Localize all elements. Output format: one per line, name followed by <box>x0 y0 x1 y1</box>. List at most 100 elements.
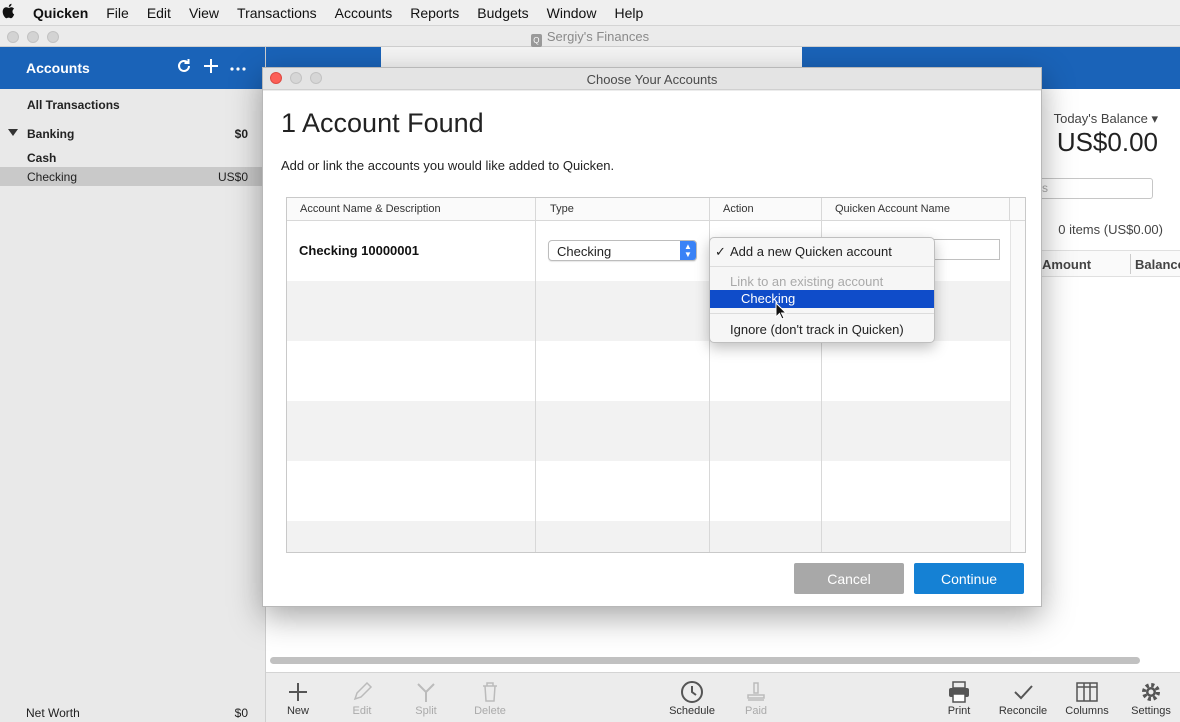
todays-balance-dropdown[interactable]: Today's Balance ▾ <box>1054 111 1158 127</box>
refresh-icon[interactable] <box>175 57 193 78</box>
chevron-updown-icon: ▲ ▼ <box>680 241 696 260</box>
sidebar-item-all-transactions[interactable]: All Transactions <box>0 95 265 114</box>
window-titlebar: Q Sergiy's Finances <box>0 26 1180 47</box>
reconcile-button-label: Reconcile <box>998 705 1048 717</box>
menu-quicken[interactable]: Quicken <box>24 0 97 26</box>
sidebar-item-label: All Transactions <box>27 97 120 112</box>
menu-reports[interactable]: Reports <box>401 0 468 26</box>
window-title-text: Sergiy's Finances <box>546 29 650 44</box>
columns-button[interactable]: Columns <box>1057 679 1117 717</box>
split-button-label: Split <box>415 705 437 717</box>
pencil-icon <box>332 679 392 705</box>
continue-button[interactable]: Continue <box>914 563 1024 594</box>
dialog-titlebar: Choose Your Accounts <box>263 68 1041 90</box>
column-type[interactable]: Type <box>550 203 574 215</box>
new-button[interactable]: New <box>268 679 328 717</box>
menu-option-label: Checking <box>741 291 796 306</box>
accounts-sidebar: Accounts All Transactions Banking $0 Cas… <box>0 47 266 722</box>
account-type-value: Checking <box>557 244 612 259</box>
window-title: Q Sergiy's Finances <box>0 29 1180 47</box>
menu-transactions[interactable]: Transactions <box>228 0 326 26</box>
sidebar-item-value: US$0 <box>217 169 248 184</box>
sidebar-group-banking[interactable]: Banking $0 <box>0 124 265 143</box>
menu-option-checking[interactable]: Checking <box>710 290 934 308</box>
menu-budgets[interactable]: Budgets <box>468 0 537 26</box>
gear-icon <box>1121 679 1180 705</box>
column-action[interactable]: Action <box>723 203 754 215</box>
delete-button[interactable]: Delete <box>460 679 520 717</box>
sidebar-item-label: Checking <box>27 169 78 184</box>
stamp-icon <box>726 679 786 705</box>
net-worth-value: $0 <box>234 706 248 720</box>
columns-button-label: Columns <box>1065 705 1109 717</box>
cancel-button[interactable]: Cancel <box>794 563 904 594</box>
split-button[interactable]: Split <box>396 679 456 717</box>
menu-file[interactable]: File <box>97 0 138 26</box>
apple-icon[interactable] <box>2 3 20 22</box>
reconcile-button[interactable]: Reconcile <box>993 679 1053 717</box>
dialog-content: 1 Account Found Add or link the accounts… <box>263 91 1041 606</box>
table-vertical-scrollbar[interactable] <box>1010 221 1025 552</box>
account-type-select[interactable]: Checking ▲ ▼ <box>548 240 697 261</box>
sidebar-group-value: $0 <box>234 126 248 141</box>
net-worth: Net Worth $0 <box>0 700 265 722</box>
print-button-label: Print <box>947 705 971 717</box>
column-account-name[interactable]: Account Name & Description <box>300 203 441 215</box>
register-column-header: Amount Balance <box>1042 250 1180 277</box>
edit-button[interactable]: Edit <box>332 679 392 717</box>
sidebar-title: Accounts <box>26 60 90 76</box>
dialog-instructions: Add or link the accounts you would like … <box>281 158 615 173</box>
plus-icon <box>268 679 328 705</box>
menu-accounts[interactable]: Accounts <box>326 0 402 26</box>
sidebar-header: Accounts <box>0 47 265 89</box>
dialog-title: Choose Your Accounts <box>586 72 718 87</box>
menu-option-label: Ignore (don't track in Quicken) <box>730 322 904 337</box>
sidebar-group-label: Banking <box>27 126 75 141</box>
clock-icon <box>662 679 722 705</box>
delete-button-label: Delete <box>474 705 506 717</box>
items-count: 0 items (US$0.00) <box>1058 222 1163 237</box>
add-account-icon[interactable] <box>203 58 219 77</box>
column-balance[interactable]: Balance <box>1135 257 1180 272</box>
menu-option-ignore[interactable]: Ignore (don't track in Quicken) <box>710 319 934 339</box>
net-worth-label: Net Worth <box>26 706 80 720</box>
menu-edit[interactable]: Edit <box>138 0 180 26</box>
trash-icon <box>460 679 520 705</box>
table-row <box>287 401 1010 461</box>
table-row <box>287 341 1010 401</box>
menu-section-label: Link to an existing account <box>730 274 884 289</box>
menu-view[interactable]: View <box>180 0 228 26</box>
disclosure-triangle-icon[interactable] <box>8 129 18 136</box>
edit-button-label: Edit <box>352 705 372 717</box>
printer-icon <box>929 679 989 705</box>
columns-icon <box>1057 679 1117 705</box>
sidebar-item-cash[interactable]: Cash <box>0 148 265 167</box>
column-quicken-account-name[interactable]: Quicken Account Name <box>835 203 950 215</box>
action-dropdown-menu: ✓ Add a new Quicken account Link to an e… <box>709 237 935 343</box>
paid-button-label: Paid <box>744 705 768 717</box>
horizontal-scrollbar[interactable] <box>270 657 1140 664</box>
sidebar-item-checking[interactable]: Checking US$0 <box>0 167 265 186</box>
schedule-button[interactable]: Schedule <box>662 679 722 717</box>
print-button[interactable]: Print <box>929 679 989 717</box>
menu-option-add-new-account[interactable]: ✓ Add a new Quicken account <box>710 241 934 261</box>
menubar: Quicken File Edit View Transactions Acco… <box>0 0 1180 26</box>
document-icon: Q <box>530 34 542 47</box>
column-amount[interactable]: Amount <box>1042 257 1091 272</box>
sidebar-item-label: Cash <box>27 150 57 165</box>
table-row <box>287 461 1010 521</box>
split-icon <box>396 679 456 705</box>
account-name-cell: Checking 10000001 <box>299 243 419 258</box>
checkmark-icon <box>993 679 1053 705</box>
more-options-icon[interactable] <box>229 60 247 75</box>
menu-option-label: Add a new Quicken account <box>730 244 892 259</box>
table-header: Account Name & Description Type Action Q… <box>287 198 1025 221</box>
search-input[interactable]: s <box>1036 178 1153 199</box>
settings-button[interactable]: Settings <box>1121 679 1180 717</box>
menu-window[interactable]: Window <box>538 0 606 26</box>
menu-help[interactable]: Help <box>605 0 652 26</box>
bottom-toolbar: New Edit Split Delete Schedule Paid Prin… <box>266 672 1180 722</box>
table-row <box>287 521 1010 552</box>
menu-section-link-existing: Link to an existing account <box>710 271 934 291</box>
paid-button[interactable]: Paid <box>726 679 786 717</box>
